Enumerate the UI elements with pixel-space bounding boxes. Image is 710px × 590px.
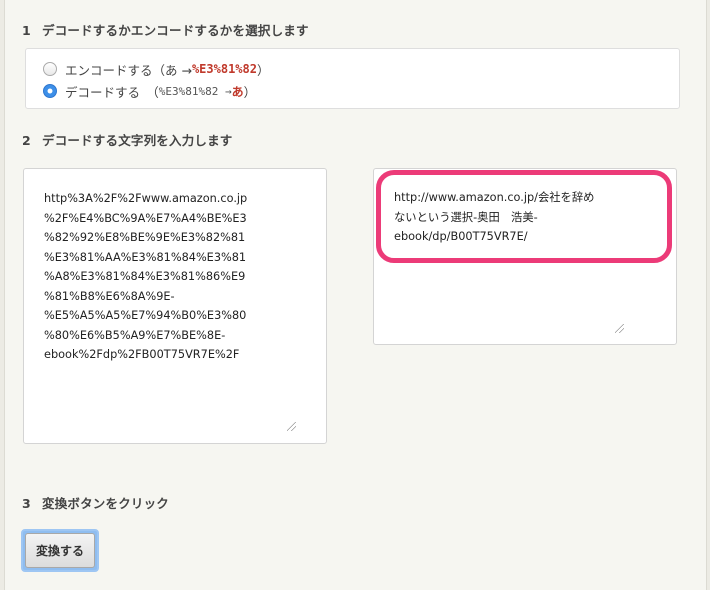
step2-title: デコードする文字列を入力します	[42, 133, 233, 148]
encode-option[interactable]: エンコードする（あ → %E3%81%82）	[43, 60, 270, 78]
encode-option-suffix: ）	[256, 62, 270, 78]
step1-number: 1	[22, 23, 31, 38]
output-resize-handle[interactable]	[615, 324, 624, 333]
decode-option-result: あ	[231, 84, 244, 99]
decode-option-suffix: ）	[243, 84, 257, 100]
step3-number: 3	[22, 496, 31, 511]
encode-option-code: %E3%81%82	[191, 62, 257, 76]
decode-option[interactable]: デコードする （%E3%81%82 → あ）	[43, 82, 256, 100]
encode-radio[interactable]	[43, 62, 57, 76]
step2-number: 2	[22, 133, 31, 148]
step1-title: デコードするかエンコードするかを選択します	[42, 23, 309, 38]
input-text: http%3A%2F%2Fwww.amazon.co.jp %2F%E4%BC%…	[44, 192, 248, 361]
input-resize-handle[interactable]	[287, 422, 296, 431]
encode-option-label: エンコードする（あ →	[65, 62, 192, 78]
decode-radio[interactable]	[43, 84, 57, 98]
step3-title: 変換ボタンをクリック	[42, 496, 170, 511]
step3-heading: 3 変換ボタンをクリック	[22, 493, 169, 512]
convert-button-label: 変換する	[25, 533, 95, 568]
mode-radio-group: エンコードする（あ → %E3%81%82） デコードする （%E3%81%82…	[25, 48, 680, 109]
output-highlight-annotation	[376, 170, 672, 263]
left-frame	[0, 0, 5, 590]
decode-option-code: %E3%81%82 →	[158, 84, 232, 98]
decode-option-label: デコードする （	[65, 84, 159, 100]
step1-heading: 1 デコードするかエンコードするかを選択します	[22, 20, 309, 39]
input-textarea[interactable]: http%3A%2F%2Fwww.amazon.co.jp %2F%E4%BC%…	[23, 168, 327, 444]
right-frame	[706, 0, 710, 590]
step2-heading: 2 デコードする文字列を入力します	[22, 130, 233, 149]
convert-button[interactable]: 変換する	[21, 529, 99, 572]
